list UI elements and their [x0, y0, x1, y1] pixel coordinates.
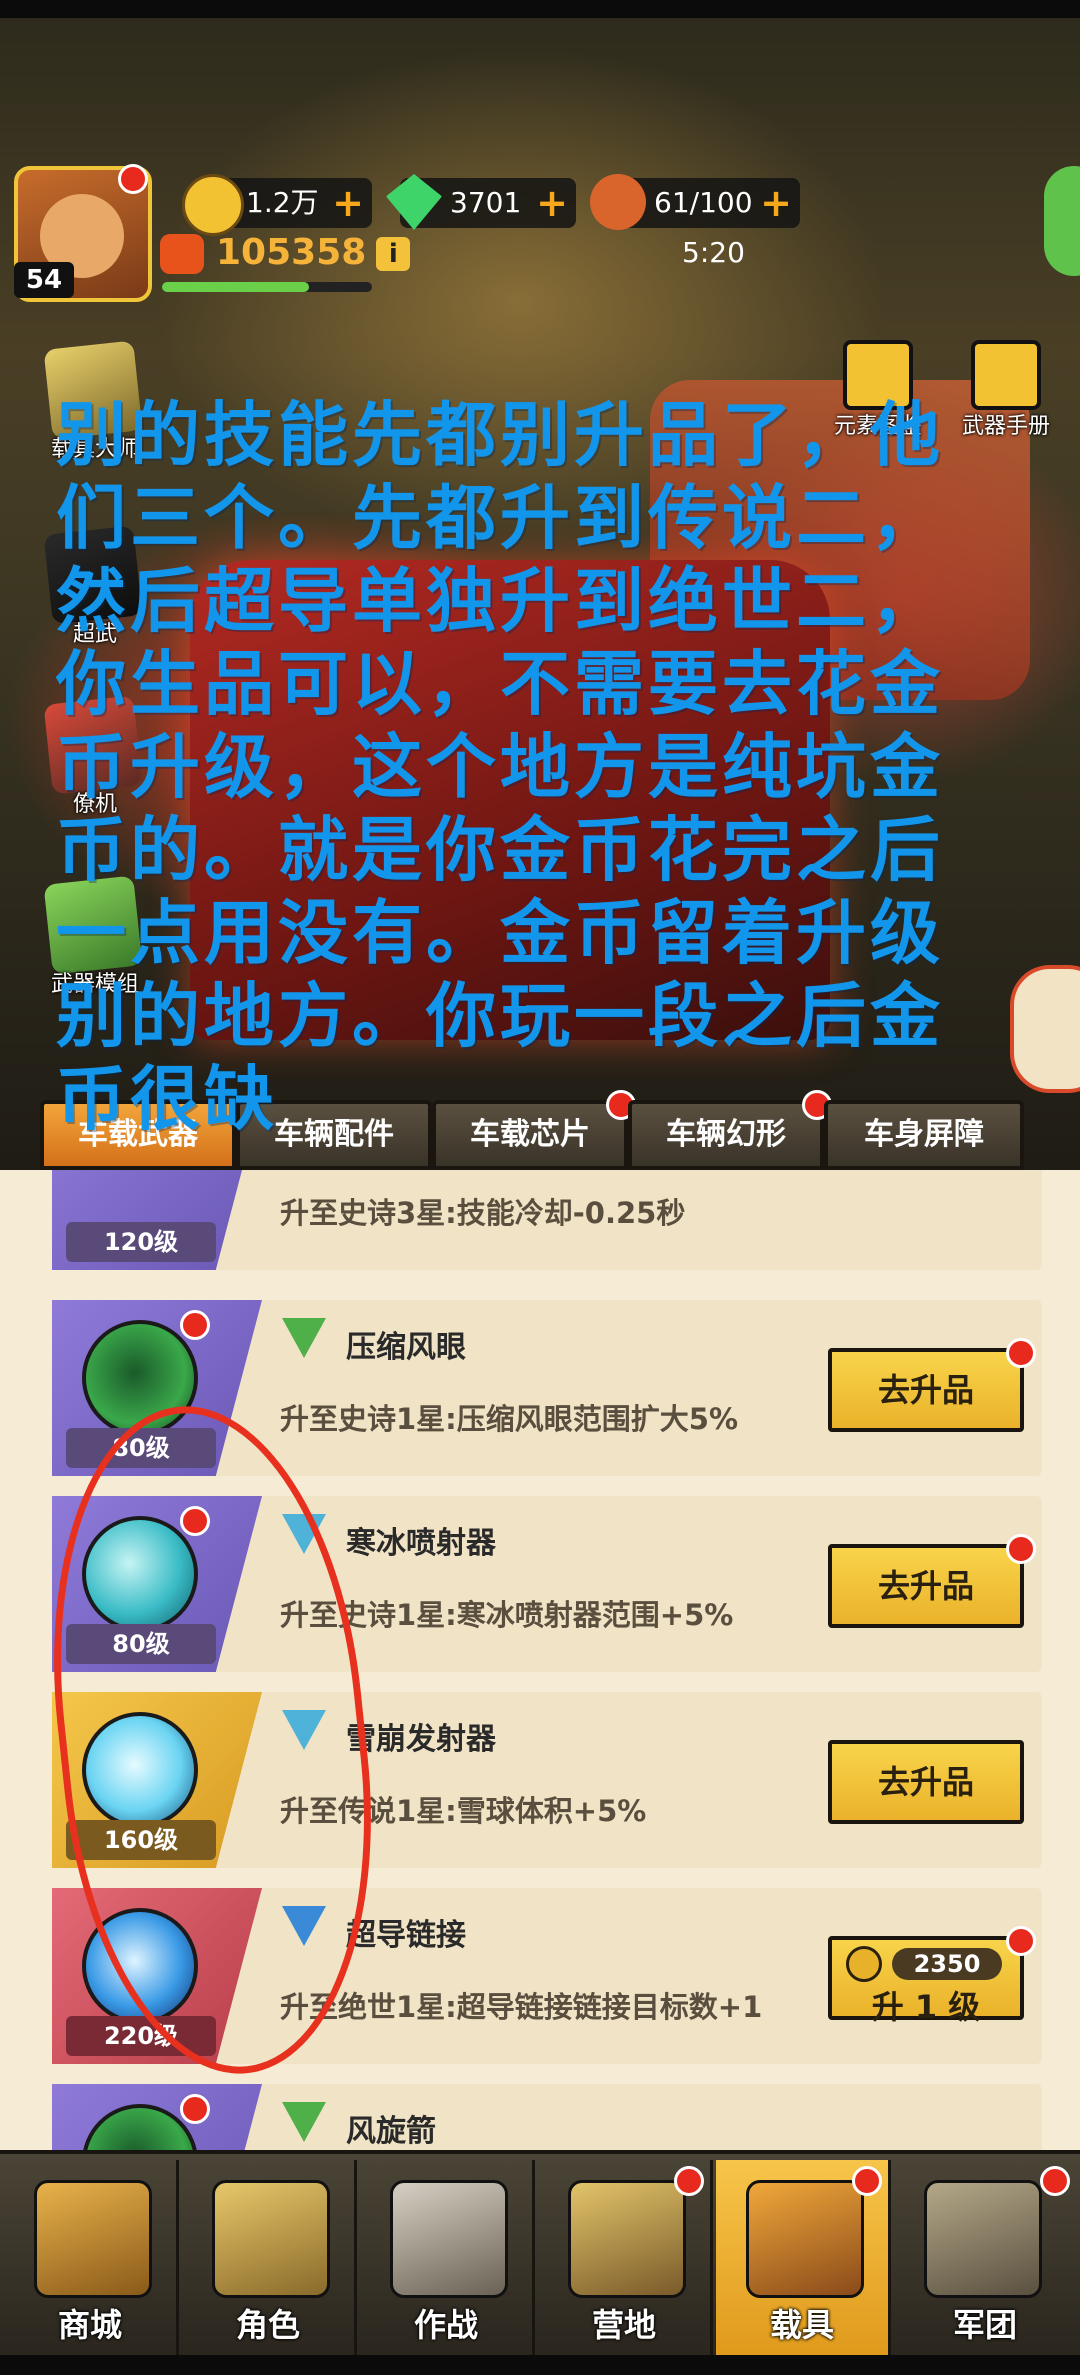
nav-label: 军团: [952, 2306, 1017, 2344]
item-notification-dot: [180, 1310, 210, 1340]
xp-bar-fill: [162, 282, 309, 292]
gesture-bar: [0, 2355, 1080, 2375]
legion-shield-icon: [924, 2180, 1042, 2298]
item-name: 超导链接: [346, 1918, 466, 1953]
item-upgrade-desc: 升至史诗3星:技能冷却-0.25秒: [280, 1196, 686, 1230]
go-upgrade-button[interactable]: 去升品: [828, 1338, 1036, 1432]
item-name: 雪崩发射器: [346, 1722, 496, 1757]
item-notification-dot: [180, 2094, 210, 2124]
go-upgrade-button[interactable]: 去升品: [828, 1740, 1024, 1824]
nav-camp[interactable]: 营地: [538, 2160, 713, 2355]
stamina-value: 61/100: [654, 186, 753, 219]
gold-coin-icon: [182, 174, 244, 236]
button-label: 去升品: [877, 1567, 974, 1605]
go-upgrade-button[interactable]: 去升品: [828, 1534, 1036, 1628]
xp-bar: [162, 282, 372, 292]
nav-label: 作战: [413, 2306, 478, 2344]
power-value: 105358: [216, 232, 367, 273]
nav-vehicle[interactable]: 载具: [716, 2160, 891, 2355]
nav-label: 载具: [769, 2306, 834, 2344]
element-badge-icon: [282, 1318, 326, 1358]
nav-notification-dot: [852, 2166, 882, 2196]
stamina-counter[interactable]: 61/100 +: [590, 174, 800, 230]
button-notification-dot: [1006, 1534, 1036, 1564]
character-helmet-icon: [212, 2180, 330, 2298]
shopping-cart-icon: [34, 2180, 152, 2298]
nav-battle[interactable]: 作战: [360, 2160, 535, 2355]
nav-notification-dot: [1040, 2166, 1070, 2196]
button-notification-dot: [1006, 1926, 1036, 1956]
add-gems-button[interactable]: +: [536, 178, 568, 228]
gem-icon: [386, 174, 442, 230]
tent-icon: [568, 2180, 686, 2298]
add-gold-button[interactable]: +: [332, 178, 364, 228]
nav-shop[interactable]: 商城: [4, 2160, 179, 2355]
item-upgrade-desc: 升至史诗1星:压缩风眼范围扩大5%: [280, 1402, 739, 1436]
item-name: 寒冰喷射器: [346, 1526, 496, 1561]
nav-legion[interactable]: 军团: [894, 2160, 1076, 2355]
nav-label: 角色: [235, 2306, 300, 2344]
nav-label: 营地: [591, 2306, 656, 2344]
player-level: 54: [14, 262, 74, 298]
list-item: 风旋箭: [52, 2084, 1042, 2150]
list-item: 120级 升至史诗3星:技能冷却-0.25秒: [52, 1170, 1042, 1270]
side-chat-badge[interactable]: [1044, 166, 1080, 276]
item-upgrade-desc: 升至绝世1星:超导链接链接目标数+1: [280, 1990, 763, 2024]
power-info-button[interactable]: i: [376, 237, 411, 271]
nav-label: 商城: [57, 2306, 122, 2344]
fist-icon: [160, 234, 204, 274]
item-name: 压缩风眼: [346, 1330, 466, 1365]
crossed-guns-icon: [390, 2180, 508, 2298]
gold-coin-icon: [846, 1946, 882, 1982]
item-name: 风旋箭: [346, 2114, 436, 2149]
status-bar: [0, 0, 1080, 18]
side-event-icon[interactable]: [1010, 965, 1080, 1093]
gem-value: 3701: [450, 186, 522, 219]
meat-stamina-icon: [590, 174, 646, 230]
bottom-nav: 商城 角色 作战 营地 载具 军团: [0, 2150, 1080, 2359]
nav-notification-dot: [674, 2166, 704, 2196]
avatar-notification-dot: [118, 164, 148, 194]
level-up-button[interactable]: 2350 升 1 级: [828, 1926, 1036, 2026]
button-label: 去升品: [877, 1763, 974, 1801]
button-label: 去升品: [877, 1371, 974, 1409]
gold-counter[interactable]: 1.2万 +: [182, 174, 372, 236]
upgrade-cost: 2350: [892, 1948, 1002, 1980]
stamina-timer: 5:20: [682, 236, 745, 269]
gem-counter[interactable]: 3701 +: [386, 174, 576, 230]
combat-power: 105358 i: [160, 230, 411, 276]
add-stamina-button[interactable]: +: [760, 178, 792, 228]
element-badge-icon: [282, 2102, 326, 2142]
robot-arm-icon: [746, 2180, 864, 2298]
button-notification-dot: [1006, 1338, 1036, 1368]
button-label: 升 1 级: [871, 1988, 981, 2026]
item-level: 120级: [66, 1222, 216, 1262]
gold-value: 1.2万: [246, 186, 319, 219]
nav-character[interactable]: 角色: [182, 2160, 357, 2355]
annotation-overlay-text: 别的技能先都别升品了，他们三个。先都升到传说二，然后超导单独升到绝世二，你生品可…: [56, 394, 944, 1140]
